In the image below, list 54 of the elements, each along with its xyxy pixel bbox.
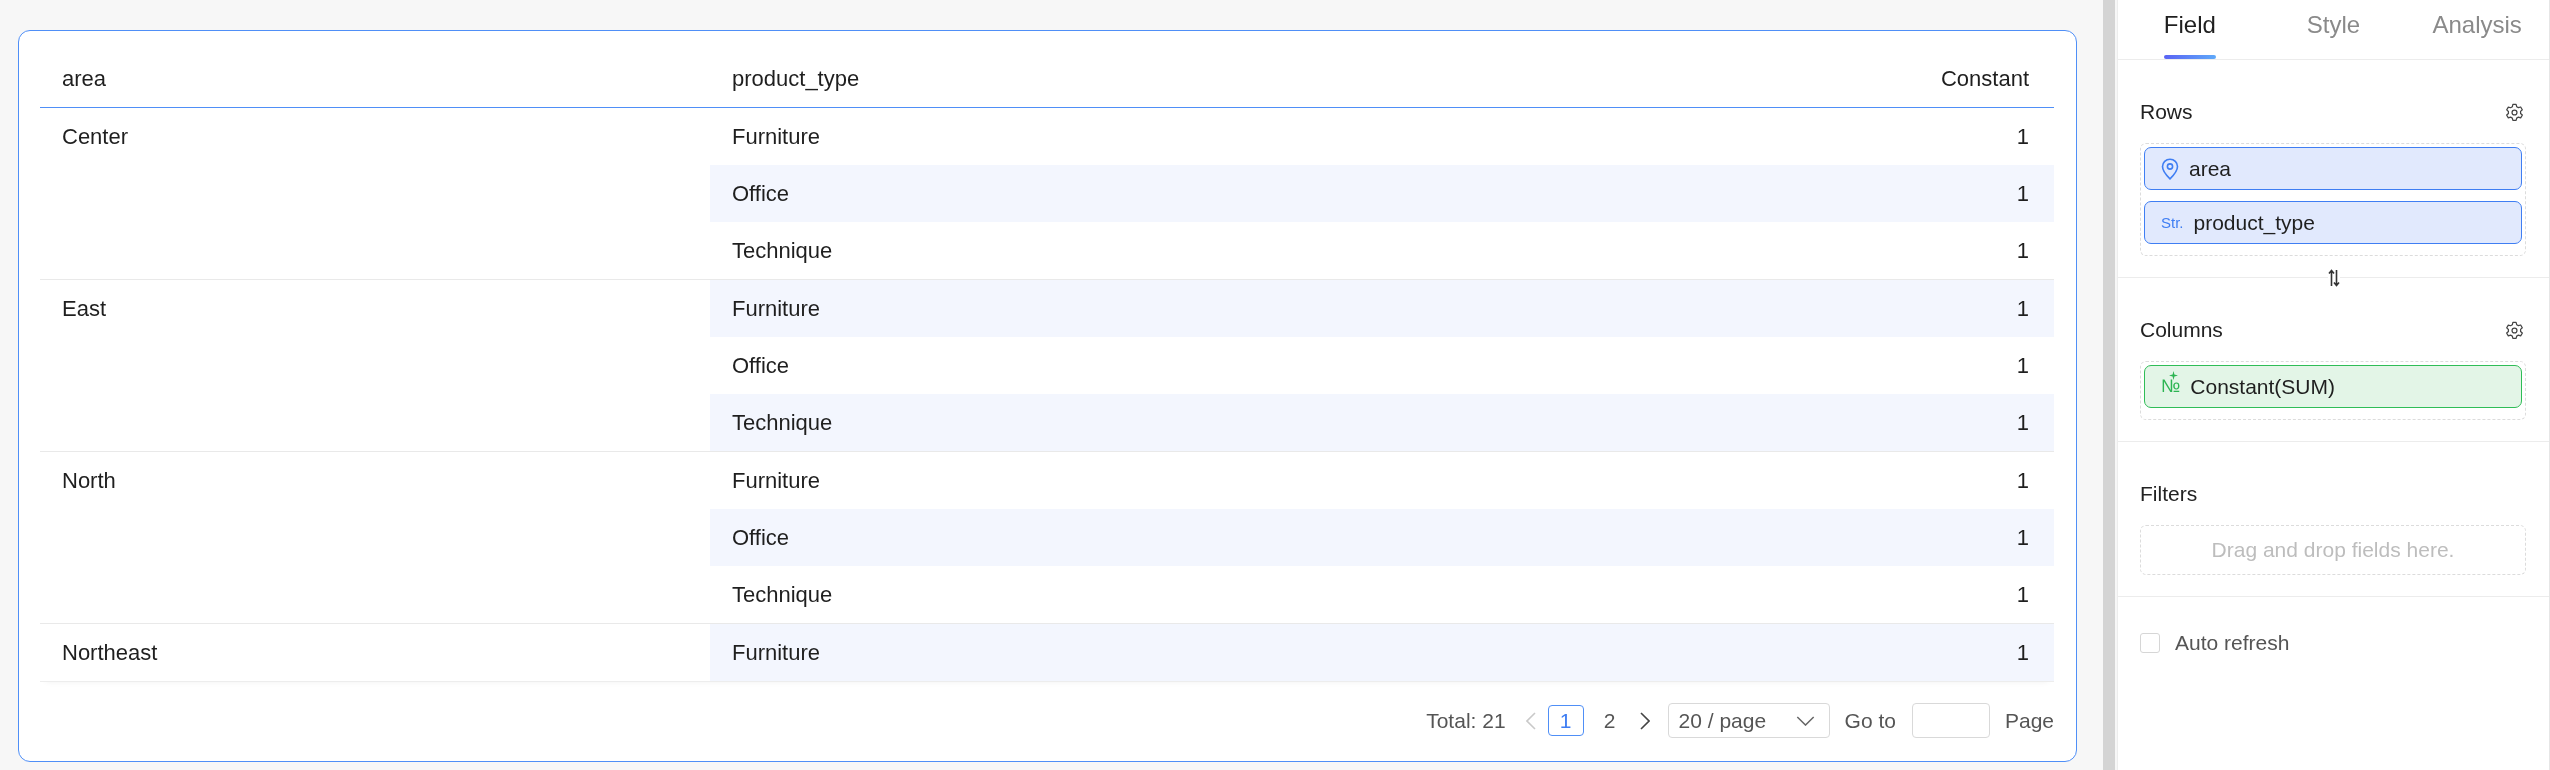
table-cell-text: 1 xyxy=(2015,580,2030,609)
field-pill[interactable]: area xyxy=(2144,147,2522,190)
chevron-down-icon xyxy=(1795,715,1815,726)
field-pill[interactable]: Str. product_type xyxy=(2144,201,2522,244)
table-cell: Furniture xyxy=(710,280,1634,337)
section-title: Rows xyxy=(2140,100,2193,124)
settings-icon[interactable] xyxy=(2505,102,2524,122)
table-cell-text: Technique xyxy=(731,236,834,265)
table-cell: 1 xyxy=(1634,624,2054,681)
page-button[interactable]: 2 xyxy=(1591,705,1628,736)
table-cell-text: 1 xyxy=(2015,236,2030,265)
table-cell-text: North xyxy=(61,466,117,495)
section-title: Filters xyxy=(2140,482,2198,506)
field-type-label: № xyxy=(2161,376,2181,397)
table-cell-text: East xyxy=(61,294,108,323)
field-pill[interactable]: № Constant(SUM) xyxy=(2144,365,2522,408)
table-cell-text: Technique xyxy=(731,580,834,609)
total-count: Total: 21 xyxy=(1426,708,1506,733)
table-cell-text: Furniture xyxy=(731,122,822,151)
table-cell-text: Northeast xyxy=(61,638,159,667)
chevron-right-icon xyxy=(1639,711,1650,730)
table-cell-text: Center xyxy=(61,122,130,151)
table-cell: Office xyxy=(710,165,1634,222)
table-cell: Technique xyxy=(710,394,1634,451)
table-cell: Furniture xyxy=(710,624,1634,681)
table-cell: 1 xyxy=(1634,394,2054,451)
tab[interactable]: Field xyxy=(2163,0,2216,59)
location-pin-icon xyxy=(2161,157,2179,180)
page-button[interactable]: 1 xyxy=(1547,705,1584,736)
column-header: product_type xyxy=(731,64,861,93)
table-cell-text: Office xyxy=(731,351,791,380)
table-cell-text: 1 xyxy=(2015,351,2030,380)
settings-icon[interactable] xyxy=(2505,320,2524,340)
table-cell-text: Furniture xyxy=(731,466,822,495)
column-header: Constant xyxy=(1939,64,2030,93)
section-title: Columns xyxy=(2140,318,2223,342)
checkbox[interactable] xyxy=(2140,633,2160,653)
page-size-select[interactable]: 20 / page xyxy=(1667,703,1830,738)
table-cell-text: 1 xyxy=(2015,466,2030,495)
chevron-left-icon xyxy=(1525,711,1536,730)
checkbox-label: Auto refresh xyxy=(2175,631,2290,655)
page-label: Page xyxy=(2004,708,2054,733)
table-cell: 1 xyxy=(1634,165,2054,222)
drop-zone: Drag and drop fields here. xyxy=(2140,525,2526,575)
field-type-label: Str. xyxy=(2161,214,2184,231)
table-cell: Office xyxy=(710,509,1634,566)
page-number-input[interactable] xyxy=(1911,703,1990,738)
table-cell: 1 xyxy=(1634,280,2054,337)
table-cell-text: 1 xyxy=(2015,122,2030,151)
goto-label: Go to xyxy=(1844,708,1896,733)
table-cell: 1 xyxy=(1634,509,2054,566)
sparkle-icon xyxy=(2169,371,2179,380)
swap-icon[interactable] xyxy=(2327,269,2340,287)
column-header: area xyxy=(61,64,108,93)
